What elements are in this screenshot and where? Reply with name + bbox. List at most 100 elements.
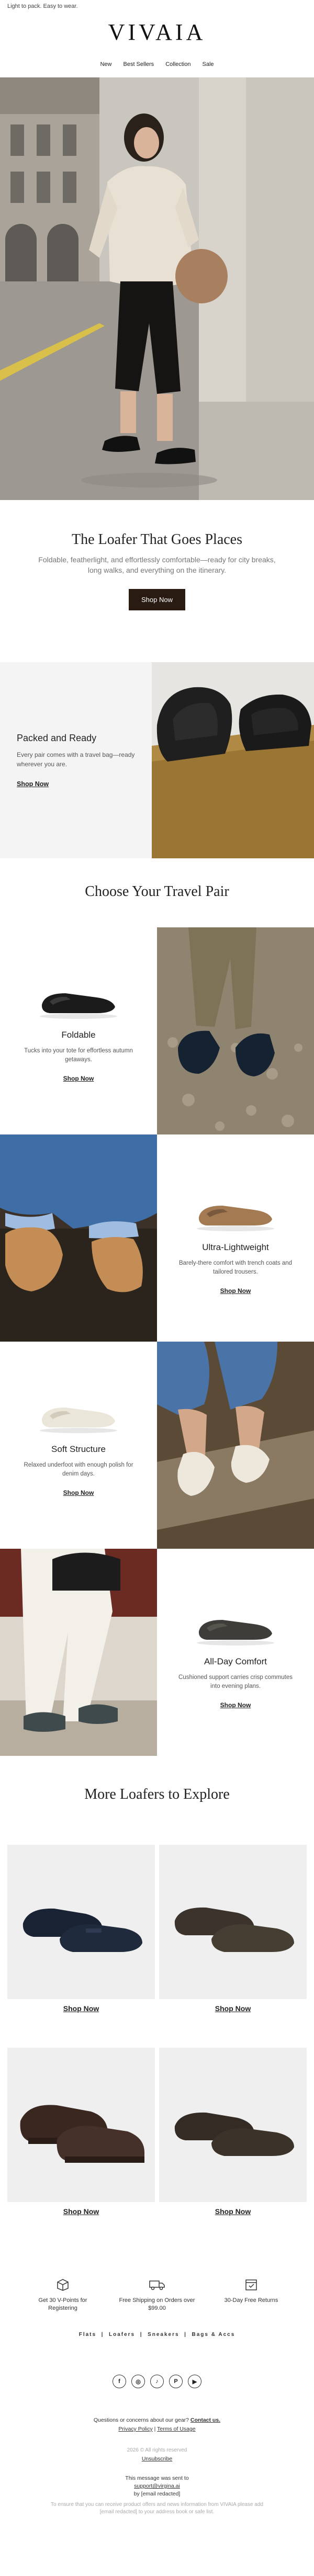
pair-row-foldable: Foldable Tucks into your tote for effort… — [0, 927, 314, 1134]
hero-image[interactable] — [0, 77, 314, 500]
soft-structure-shoe-image[interactable] — [34, 1387, 123, 1437]
footer-text: Questions or concerns about our gear? Co… — [0, 2416, 314, 2516]
all-day-comfort-title: All-Day Comfort — [204, 1656, 267, 1666]
ultra-lightweight-shoe-image[interactable] — [191, 1185, 280, 1235]
ultra-lightweight-lifestyle-image[interactable] — [0, 1134, 157, 1342]
ultra-lightweight-title: Ultra-Lightweight — [202, 1242, 269, 1252]
packed-body: Every pair comes with a travel bag—ready… — [17, 751, 135, 768]
preheader-text: Light to pack. Easy to wear. — [7, 3, 78, 9]
delivery-truck-icon — [149, 2280, 165, 2290]
benefits-row: Get 30 V-Points for Registering Free Shi… — [0, 2251, 314, 2332]
footer-disclaimer: To ensure that you can receive product o… — [51, 2502, 263, 2515]
email-page: Light to pack. Easy to wear. VIVAIA New … — [0, 0, 314, 2576]
more-loafer-card-4: Shop Now — [159, 2048, 307, 2246]
copyright-text: 2026 © All rights reserved — [127, 2447, 187, 2453]
nav-item-sale[interactable]: Sale — [203, 61, 214, 67]
all-day-comfort-shoe-image[interactable] — [191, 1599, 280, 1649]
soft-structure-desc: Relaxed underfoot with enough polish for… — [24, 1462, 133, 1477]
ultra-lightweight-product-card: Ultra-Lightweight Barely-there comfort w… — [157, 1134, 314, 1342]
packed-section: Packed and Ready Every pair comes with a… — [0, 662, 314, 858]
footer-link-sneakers[interactable]: Sneakers — [148, 2332, 179, 2337]
soft-structure-shop-now-link[interactable]: Shop Now — [63, 1489, 94, 1496]
logo-row: VIVAIA — [0, 13, 314, 51]
packed-title: Packed and Ready — [17, 733, 97, 743]
soft-structure-lifestyle-image[interactable] — [157, 1342, 314, 1549]
footer-link-flats[interactable]: Flats — [79, 2332, 96, 2337]
benefit-points: Get 30 V-Points for Registering — [24, 2278, 102, 2332]
sent-to-line-1: This message was sent to — [125, 2475, 189, 2481]
soft-structure-title: Soft Structure — [51, 1444, 106, 1454]
benefit-shipping-text: Free Shipping on Orders over $99.00 — [119, 2297, 195, 2311]
points-box-icon — [57, 2279, 69, 2291]
intro-title: The Loafer That Goes Places — [71, 531, 243, 548]
more-loafer-shop-now-3[interactable]: Shop Now — [63, 2207, 99, 2216]
vivaia-logo[interactable]: VIVAIA — [108, 19, 206, 46]
grid-row: Shop Now Shop Now — [7, 1845, 307, 2044]
more-loafer-image-3[interactable] — [7, 2048, 155, 2202]
footer-separator: | — [140, 2332, 143, 2337]
choose-title: Choose Your Travel Pair — [85, 883, 229, 900]
top-nav: New Best Sellers Collection Sale — [0, 51, 314, 77]
instagram-icon[interactable]: ◎ — [131, 2375, 145, 2388]
facebook-icon[interactable]: f — [113, 2375, 126, 2388]
tiktok-icon[interactable]: ♪ — [150, 2375, 164, 2388]
footer-link-bags-accs[interactable]: Bags & Accs — [192, 2332, 235, 2337]
contact-us-link[interactable]: Contact us. — [190, 2417, 220, 2423]
foldable-desc: Tucks into your tote for effortless autu… — [24, 1048, 133, 1063]
more-title: More Loafers to Explore — [84, 1786, 230, 1802]
benefit-returns: 30-Day Free Returns — [212, 2278, 290, 2332]
benefit-shipping: Free Shipping on Orders over $99.00 — [118, 2278, 196, 2332]
ultra-lightweight-shop-now-link[interactable]: Shop Now — [220, 1287, 251, 1295]
footer-question: Questions or concerns about our gear? — [93, 2417, 189, 2423]
more-loafer-shop-now-2[interactable]: Shop Now — [215, 2004, 251, 2013]
soft-structure-product-card: Soft Structure Relaxed underfoot with en… — [0, 1342, 157, 1549]
pinterest-icon[interactable]: P — [169, 2375, 183, 2388]
sent-to-line-2[interactable]: support@virgina.ai — [0, 2482, 314, 2490]
more-loafer-shop-now-1[interactable]: Shop Now — [63, 2004, 99, 2013]
more-loafer-image-4[interactable] — [159, 2048, 307, 2202]
intro-section: The Loafer That Goes Places Foldable, fe… — [0, 500, 314, 662]
unsubscribe-link[interactable]: Unsubscribe — [0, 2455, 314, 2463]
packed-shop-now-link[interactable]: Shop Now — [17, 780, 49, 788]
pair-row-ultra-lightweight: Ultra-Lightweight Barely-there comfort w… — [0, 1134, 314, 1342]
ultra-lightweight-desc: Barely-there comfort with trench coats a… — [178, 1260, 293, 1275]
more-loafer-image-2[interactable] — [159, 1845, 307, 1999]
foldable-title: Foldable — [61, 1030, 96, 1040]
packed-text-block: Packed and Ready Every pair comes with a… — [0, 662, 152, 858]
more-loafer-shop-now-4[interactable]: Shop Now — [215, 2207, 251, 2216]
foldable-shoe-image[interactable] — [34, 972, 123, 1023]
intro-body: Foldable, featherlight, and effortlessly… — [38, 555, 276, 574]
terms-of-usage-link[interactable]: Terms of Usage — [157, 2426, 196, 2432]
privacy-policy-link[interactable]: Privacy Policy — [118, 2426, 152, 2432]
foldable-shop-now-link[interactable]: Shop Now — [63, 1075, 94, 1082]
all-day-comfort-desc: Cushioned support carries crisp commutes… — [178, 1674, 293, 1689]
all-day-comfort-product-card: All-Day Comfort Cushioned support carrie… — [157, 1549, 314, 1756]
sent-to-line-3: by [email redacted] — [133, 2491, 181, 2497]
social-links: f ◎ ♪ P ▶ — [0, 2375, 314, 2416]
footer-pipe: | — [154, 2426, 156, 2432]
nav-item-best-sellers[interactable]: Best Sellers — [123, 61, 154, 67]
more-loafer-card-2: Shop Now — [159, 1845, 307, 2044]
benefit-returns-text: 30-Day Free Returns — [224, 2297, 278, 2303]
benefit-points-text: Get 30 V-Points for Registering — [38, 2297, 87, 2311]
pair-row-soft-structure: Soft Structure Relaxed underfoot with en… — [0, 1342, 314, 1549]
intro-shop-now-button[interactable]: Shop Now — [129, 589, 185, 610]
foldable-lifestyle-image[interactable] — [157, 927, 314, 1134]
travel-bag-image[interactable] — [152, 662, 314, 858]
foldable-product-card: Foldable Tucks into your tote for effort… — [0, 927, 157, 1134]
footer-category-links: Flats | Loafers | Sneakers | Bags & Accs — [0, 2332, 314, 2375]
more-loafer-card-3: Shop Now — [7, 2048, 155, 2246]
more-loafer-card-1: Shop Now — [7, 1845, 155, 2044]
footer-link-loafers[interactable]: Loafers — [109, 2332, 135, 2337]
pair-row-all-day-comfort: All-Day Comfort Cushioned support carrie… — [0, 1549, 314, 1756]
footer-separator: | — [101, 2332, 104, 2337]
all-day-comfort-lifestyle-image[interactable] — [0, 1549, 157, 1756]
more-loafer-image-1[interactable] — [7, 1845, 155, 1999]
nav-item-collection[interactable]: Collection — [165, 61, 190, 67]
returns-calendar-icon — [245, 2279, 257, 2290]
youtube-icon[interactable]: ▶ — [188, 2375, 201, 2388]
footer-separator: | — [184, 2332, 187, 2337]
nav-item-new[interactable]: New — [100, 61, 111, 67]
all-day-comfort-shop-now-link[interactable]: Shop Now — [220, 1701, 251, 1709]
more-loafers-grid: Shop Now Shop Now Shop Now Shop Now — [0, 1845, 314, 2246]
